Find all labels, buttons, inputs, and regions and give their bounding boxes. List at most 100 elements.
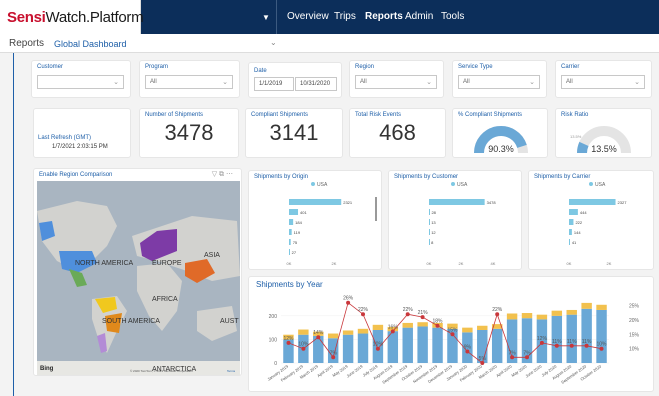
bar (569, 209, 578, 215)
bar-segment (551, 310, 563, 316)
breadcrumb-reports[interactable]: Reports (9, 38, 44, 49)
bing-logo: Bing (40, 366, 54, 372)
gauge-min-label: 13.5% (570, 134, 582, 139)
y-tick-label: 200 (269, 314, 278, 320)
bar (289, 209, 299, 215)
filter-label: Date (254, 68, 267, 74)
date-end-input[interactable]: 10/31/2020 (295, 77, 337, 91)
customer-select[interactable]: ⌄ (37, 75, 124, 89)
kpi-risk-events: Total Risk Events 468 (349, 108, 446, 158)
bar-segment (372, 324, 384, 330)
program-select[interactable]: All ⌄ (145, 75, 233, 89)
data-label: 75 (293, 240, 298, 245)
data-label: 28 (431, 210, 436, 215)
nav-tools[interactable]: Tools (441, 11, 464, 22)
more-options-icon[interactable]: ⋯ (226, 171, 233, 178)
point-label: 9% (464, 345, 472, 351)
kpi-shipments: Number of Shipments 3478 (139, 108, 239, 158)
y2-tick-label: 20% (629, 318, 640, 324)
kpi-pct-compliant: % Compliant Shipments 90.3% (452, 108, 548, 158)
y2-tick-label: 15% (629, 332, 640, 338)
data-label: 222 (575, 220, 582, 225)
map-title: Enable Region Comparison (39, 172, 113, 178)
data-label: 184 (295, 220, 302, 225)
bar (432, 327, 443, 363)
shipments-by-year-chart[interactable]: 010020010%15%20%25%January 2019February … (249, 277, 655, 393)
filter-icon[interactable]: ▽ (212, 171, 217, 178)
carrier-select[interactable]: All ⌄ (561, 75, 645, 89)
x-tick-label: 0K (427, 261, 432, 266)
filter-date: Date 1/1/2019 10/31/2020 (248, 62, 342, 98)
chevron-down-icon: ⌄ (426, 79, 432, 86)
y2-tick-label: 25% (629, 304, 640, 310)
point-label: 16% (388, 324, 399, 330)
bar-segment (506, 313, 518, 320)
origin-chart-card: Shipments by Origin USA 2321 401 184 119 75 2… (248, 170, 382, 270)
x-tick-label: June 2020 (524, 363, 543, 378)
point-label: 21% (418, 310, 429, 316)
x-tick-label: 2K (459, 261, 464, 266)
bar-segment (581, 302, 592, 309)
nav-dropdown-caret-icon[interactable]: ▼ (262, 13, 270, 22)
point-label: 22% (358, 307, 369, 313)
point-label: 10% (373, 342, 384, 348)
bar (289, 229, 292, 235)
bar (569, 199, 616, 205)
nav-overview[interactable]: Overview (287, 11, 329, 22)
data-label: 2327 (618, 200, 628, 205)
map-copyright: © 2020 TomTom, © 2021 Microsoft Corporat… (130, 369, 193, 373)
nav-reports[interactable]: Reports (365, 11, 403, 22)
focus-mode-icon[interactable]: ⧉ (219, 171, 224, 178)
x-tick-label: 2K (607, 261, 612, 266)
origin-bar-chart[interactable]: 2321 401 184 119 75 27 0K 2K (249, 171, 383, 271)
filter-label: Region (355, 64, 375, 70)
customer-bar-chart[interactable]: 3478 28 13 12 8 0K 2K 4K (389, 171, 523, 271)
point-label: 7% (330, 350, 338, 356)
point-label: 10% (596, 342, 607, 348)
bar (569, 229, 572, 235)
world-map[interactable]: NORTH AMERICA EUROPE ASIA AFRICA SOUTH A… (37, 181, 240, 375)
kpi-label: Total Risk Events (355, 112, 402, 118)
chart-scrollbar[interactable] (375, 197, 377, 221)
chevron-down-icon[interactable]: ⌄ (270, 38, 277, 47)
data-label: 2321 (343, 200, 353, 205)
bar (402, 327, 413, 363)
bar (596, 309, 607, 363)
filter-carrier: Carrier All ⌄ (555, 60, 652, 98)
carrier-bar-chart[interactable]: 2327 444 222 144 41 0K 2K (529, 171, 655, 271)
bar-segment (596, 304, 607, 310)
visual-header-icons: ▽ ⧉ ⋯ (212, 170, 233, 179)
dashboard-selector[interactable]: Global Dashboard (54, 39, 127, 49)
date-start-input[interactable]: 1/1/2019 (254, 77, 294, 91)
left-accent-line (13, 53, 14, 396)
top-nav-bar: SensiWatch.Platform ▼ Overview Trips Rep… (0, 0, 659, 34)
region-select[interactable]: All ⌄ (355, 75, 437, 89)
nav-trips[interactable]: Trips (334, 11, 356, 22)
data-label: 13 (431, 220, 436, 225)
point-label: 11% (552, 339, 562, 345)
bar (491, 328, 503, 363)
chevron-down-icon: ⌄ (529, 79, 535, 86)
carrier-chart-card: Shipments by Carrier USA 2327 444 222 144 41… (528, 170, 654, 270)
x-tick-label: 2K (332, 261, 337, 266)
data-label: 27 (292, 250, 297, 255)
x-tick-label: April 2020 (495, 363, 513, 378)
data-label: 144 (574, 230, 581, 235)
filter-label: Carrier (561, 64, 580, 70)
gauge-value: 90.3% (488, 144, 514, 154)
service-type-select[interactable]: All ⌄ (458, 75, 540, 89)
map-label-africa: AFRICA (152, 296, 178, 303)
map-terms-link[interactable]: Terms (227, 369, 236, 373)
bar (417, 326, 428, 363)
point-label: 15% (447, 327, 458, 333)
nav-divider (276, 0, 277, 34)
bar (429, 219, 430, 225)
point-label: 12% (537, 336, 548, 342)
sub-header: Reports Global Dashboard ⌄ (0, 34, 659, 53)
logo[interactable]: SensiWatch.Platform (7, 9, 144, 26)
customer-chart-card: Shipments by Customer USA 3478 28 13 12 8 0K 2… (388, 170, 522, 270)
nav-admin[interactable]: Admin (405, 11, 433, 22)
filter-region: Region All ⌄ (349, 60, 444, 98)
shipments-by-year-card: Shipments by Year 0 100 200 10% 15% 20% 25% Jan… (248, 276, 654, 392)
bar (429, 199, 485, 205)
